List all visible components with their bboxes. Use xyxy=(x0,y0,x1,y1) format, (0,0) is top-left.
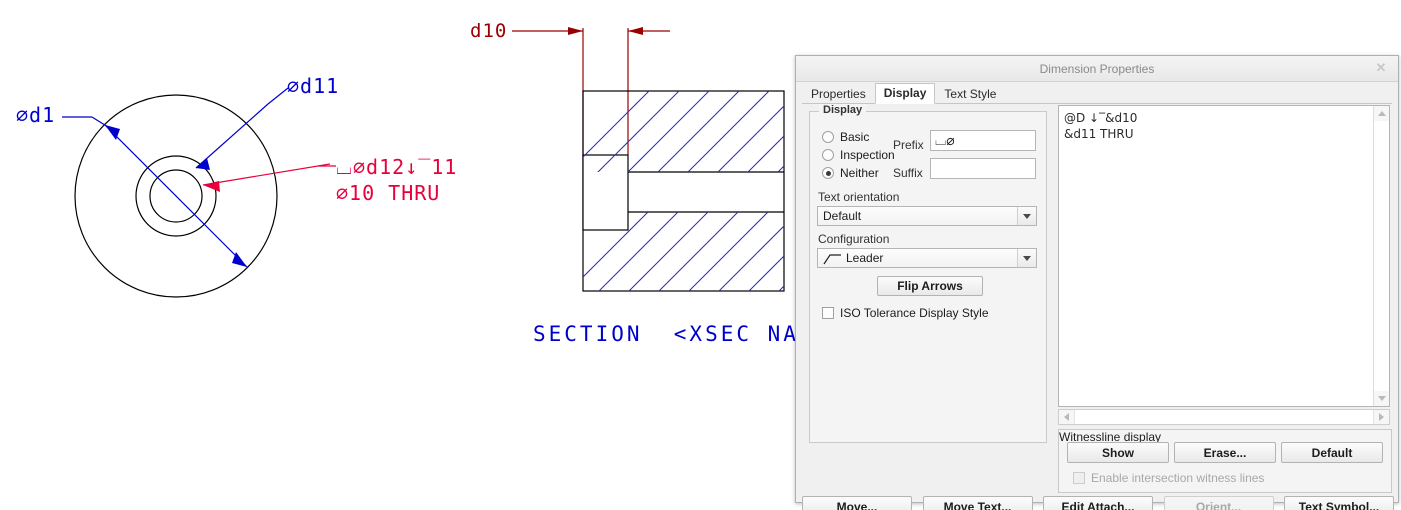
configuration-label: Configuration xyxy=(818,232,890,246)
witness-show-button[interactable]: Show xyxy=(1067,442,1169,463)
callout-line-2: ⌀10 THRU xyxy=(336,181,441,205)
leader-icon xyxy=(823,253,841,264)
display-groupbox: Display Basic Inspection Neither Prefix … xyxy=(809,104,1047,443)
radio-inspection[interactable]: Inspection xyxy=(822,148,895,162)
scroll-left-icon[interactable] xyxy=(1059,410,1074,424)
d11-arrow xyxy=(196,158,210,170)
move-text-button[interactable]: Move Text... xyxy=(922,496,1033,510)
configuration-value-wrap: Leader xyxy=(818,251,1017,265)
prefix-input[interactable]: ⌴⌀ xyxy=(930,130,1036,151)
screen: ⌀d1 ⌀d11 ⌴⌀d12↓‾11 ⌀10 THRU d10 SECTION … xyxy=(0,0,1401,510)
witnessline-groupbox: Witnessline display Show Erase... Defaul… xyxy=(1058,429,1392,493)
radio-basic[interactable]: Basic xyxy=(822,130,869,144)
callout-line-1: ⌴⌀d12↓‾11 xyxy=(336,155,458,179)
configuration-value: Leader xyxy=(846,251,884,265)
editor-vertical-scrollbar[interactable] xyxy=(1373,106,1389,406)
editor-line-1: @D ↓‾&d10 xyxy=(1064,111,1138,125)
tab-bar: Properties Display Text Style xyxy=(802,83,1392,104)
d1-dimension-line xyxy=(104,124,248,268)
label-outer-diameter: ⌀d1 xyxy=(16,103,56,127)
dimension-text-editor[interactable]: @D ↓‾&d10 &d11 THRU xyxy=(1058,105,1390,407)
radio-neither[interactable]: Neither xyxy=(822,166,879,180)
dialog-title: Dimension Properties xyxy=(1039,61,1155,76)
configuration-dropdown[interactable]: Leader xyxy=(817,248,1037,268)
close-icon[interactable]: ✕ xyxy=(1372,60,1390,76)
radio-inspection-indicator xyxy=(822,149,834,161)
callout-arrow xyxy=(203,181,220,192)
edit-attach-button[interactable]: Edit Attach... xyxy=(1043,496,1153,510)
prefix-label: Prefix xyxy=(893,138,924,152)
callout-leader-line xyxy=(202,163,331,186)
scroll-right-icon[interactable] xyxy=(1374,410,1389,424)
move-button[interactable]: Move... xyxy=(802,496,912,510)
flip-arrows-button[interactable]: Flip Arrows xyxy=(877,276,983,296)
dim-arrow-right xyxy=(628,27,643,35)
dimension-text-content: @D ↓‾&d10 &d11 THRU xyxy=(1064,110,1369,142)
text-orientation-value: Default xyxy=(823,209,862,223)
orient-button: Orient... xyxy=(1163,496,1274,510)
counterbore-recess xyxy=(582,154,629,231)
radio-inspection-label: Inspection xyxy=(840,148,895,162)
tab-content-display: Display Basic Inspection Neither Prefix … xyxy=(802,103,1394,493)
dim-arrow-left xyxy=(568,27,583,35)
section-caption: SECTION <XSEC NAM xyxy=(533,322,815,346)
display-groupbox-title: Display xyxy=(819,104,867,116)
iso-tolerance-checkbox-indicator xyxy=(822,307,834,319)
witness-erase-button[interactable]: Erase... xyxy=(1174,442,1276,463)
text-symbol-button[interactable]: Text Symbol... xyxy=(1284,496,1394,510)
enable-intersection-label: Enable intersection witness lines xyxy=(1091,471,1265,485)
d11-leader-shoulder xyxy=(267,87,289,105)
chevron-down-icon-2[interactable] xyxy=(1017,249,1036,267)
dimension-properties-dialog: Dimension Properties ✕ Properties Displa… xyxy=(795,55,1399,510)
scroll-down-icon[interactable] xyxy=(1374,391,1389,406)
editor-line-2: &d11 THRU xyxy=(1064,127,1134,141)
enable-intersection-witness-checkbox: Enable intersection witness lines xyxy=(1073,471,1264,485)
enable-intersection-checkbox-indicator xyxy=(1073,472,1085,484)
radio-basic-label: Basic xyxy=(840,130,870,144)
hscroll-track[interactable] xyxy=(1074,410,1374,424)
iso-tolerance-checkbox[interactable]: ISO Tolerance Display Style xyxy=(822,306,989,320)
witness-default-button[interactable]: Default xyxy=(1281,442,1383,463)
editor-horizontal-scrollbar[interactable] xyxy=(1058,409,1390,425)
tab-display[interactable]: Display xyxy=(874,83,936,104)
prefix-input-value: ⌴⌀ xyxy=(935,132,955,149)
suffix-input[interactable] xyxy=(930,158,1036,179)
tab-properties[interactable]: Properties xyxy=(802,84,875,104)
radio-neither-label: Neither xyxy=(840,166,879,180)
iso-tolerance-label: ISO Tolerance Display Style xyxy=(840,306,989,320)
dialog-titlebar[interactable]: Dimension Properties ✕ xyxy=(796,56,1398,82)
text-orientation-label: Text orientation xyxy=(818,190,900,204)
chevron-down-icon[interactable] xyxy=(1017,207,1036,225)
label-inner-diameter: ⌀d11 xyxy=(287,74,340,98)
scroll-up-icon[interactable] xyxy=(1374,106,1389,121)
label-section-dimension: d10 xyxy=(470,20,508,42)
action-button-row: Move... Move Text... Edit Attach... Orie… xyxy=(802,494,1394,510)
suffix-label: Suffix xyxy=(893,166,923,180)
text-orientation-dropdown[interactable]: Default xyxy=(817,206,1037,226)
radio-basic-indicator xyxy=(822,131,834,143)
d1-leader-elbow xyxy=(91,116,109,128)
tab-text-style[interactable]: Text Style xyxy=(935,84,1005,104)
radio-neither-indicator xyxy=(822,167,834,179)
